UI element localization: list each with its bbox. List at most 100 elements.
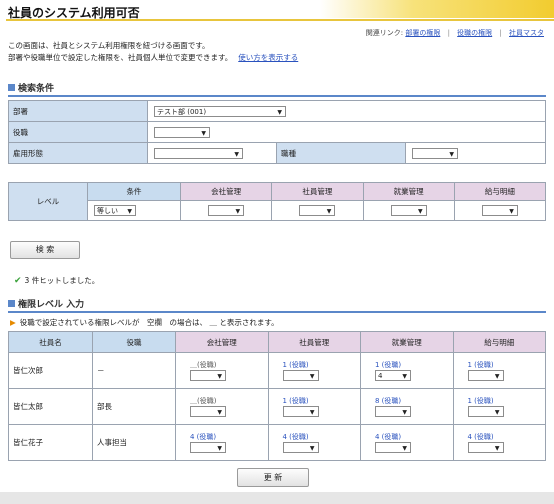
employee-select[interactable]: ▼ xyxy=(282,441,319,453)
salary-level-select[interactable]: ▼ xyxy=(481,205,518,216)
work-cell: 8 (役職) ▼ xyxy=(360,388,454,425)
employee-position: 人事担当 xyxy=(92,424,176,461)
chevron-down-icon: ▼ xyxy=(494,372,500,380)
company-level-select[interactable]: ▼ xyxy=(208,205,245,216)
auth-note-text: 役職で設定されている権限レベルが 空欄 の場合は、 ＿ と表示されます。 xyxy=(19,318,279,327)
level-text: 1 (役職) xyxy=(282,396,309,405)
search-button[interactable]: 検 索 xyxy=(10,241,80,259)
header-work: 就業管理 xyxy=(360,331,454,353)
header-name: 社員名 xyxy=(8,331,93,353)
table-row: 皆仁太郎 部長 ＿(役職) ▼ 1 (役職) ▼ 8 (役職) ▼ 1 (役職) ▼ xyxy=(8,388,546,425)
work-select[interactable]: 4 ▼ xyxy=(375,369,411,381)
cond-select[interactable]: 等しい ▼ xyxy=(94,205,136,216)
link-separator: | xyxy=(447,29,450,37)
chevron-down-icon: ▼ xyxy=(309,408,315,416)
level-text: 1 (役職) xyxy=(467,360,494,369)
link-position-auth[interactable]: 役職の権限 xyxy=(457,29,492,37)
employment-select[interactable]: ▼ xyxy=(154,147,243,159)
work-level-select[interactable]: ▼ xyxy=(390,205,427,216)
level-text: 1 (役職) xyxy=(282,360,309,369)
position-cell: ▼ xyxy=(147,121,546,143)
auth-table: 社員名 役職 会社管理 社員管理 就業管理 給与明細 皆仁次郎 － ＿(役職) ▼… xyxy=(8,331,546,461)
employee-cell: 4 (役職) ▼ xyxy=(267,424,361,461)
level-text: 4 (役職) xyxy=(467,432,494,441)
col-company-header: 会社管理 xyxy=(179,182,273,201)
header-employee: 社員管理 xyxy=(267,331,361,353)
auth-heading-text: 権限レベル 入力 xyxy=(18,300,85,310)
employee-level-select[interactable]: ▼ xyxy=(299,205,336,216)
link-employee-master[interactable]: 社員マスタ xyxy=(509,29,544,37)
level-text: 8 (役職) xyxy=(375,396,402,405)
dept-label: 部署 xyxy=(8,100,148,122)
chevron-down-icon: ▼ xyxy=(217,408,222,416)
work-select[interactable]: ▼ xyxy=(375,405,411,417)
company-select[interactable]: ▼ xyxy=(190,405,226,417)
salary-cell: 1 (役職) ▼ xyxy=(452,388,546,425)
employee-select[interactable]: ▼ xyxy=(282,405,319,417)
header-position: 役職 xyxy=(92,331,176,353)
salary-cell: 4 (役職) ▼ xyxy=(452,424,546,461)
salary-select[interactable]: ▼ xyxy=(467,405,504,417)
company-select[interactable]: ▼ xyxy=(190,369,226,381)
level-text: 4 (役職) xyxy=(282,432,309,441)
jobtype-select[interactable]: ▼ xyxy=(412,147,458,159)
chevron-down-icon: ▼ xyxy=(277,108,282,116)
employee-cell: 1 (役職) ▼ xyxy=(267,352,361,389)
chevron-down-icon: ▼ xyxy=(217,372,222,380)
chevron-down-icon: ▼ xyxy=(402,444,407,452)
section-square-icon xyxy=(8,84,15,91)
chevron-down-icon: ▼ xyxy=(494,408,500,416)
work-cell: 1 (役職) 4 ▼ xyxy=(360,352,454,389)
employment-cell: ▼ xyxy=(147,142,277,164)
employee-select[interactable]: ▼ xyxy=(282,369,319,381)
cond-select-value: 等しい xyxy=(97,207,118,215)
chevron-down-icon: ▼ xyxy=(402,372,407,380)
update-button[interactable]: 更 新 xyxy=(237,468,309,487)
col-employee-header: 社員管理 xyxy=(271,182,364,201)
help-link[interactable]: 使い方を表示する xyxy=(238,53,298,62)
level-text: 4 (役職) xyxy=(375,432,402,441)
chevron-down-icon: ▼ xyxy=(127,208,132,215)
hit-message: ✔ 3 件ヒットしました。 xyxy=(14,275,99,286)
chevron-down-icon: ▼ xyxy=(309,444,315,452)
position-select[interactable]: ▼ xyxy=(154,126,210,138)
work-select[interactable]: ▼ xyxy=(375,441,411,453)
employee-name: 皆仁花子 xyxy=(8,424,93,461)
salary-cell: 1 (役職) ▼ xyxy=(452,352,546,389)
chevron-down-icon: ▼ xyxy=(234,150,239,158)
chevron-down-icon: ▼ xyxy=(309,372,315,380)
salary-select[interactable]: ▼ xyxy=(467,369,504,381)
work-level-cell: ▼ xyxy=(362,200,455,221)
company-select[interactable]: ▼ xyxy=(190,441,226,453)
section-square-icon xyxy=(8,300,15,307)
chevron-down-icon: ▼ xyxy=(235,208,241,215)
chevron-down-icon: ▼ xyxy=(449,150,454,158)
chevron-down-icon: ▼ xyxy=(326,208,332,215)
chevron-down-icon: ▼ xyxy=(402,408,407,416)
level-text: 1 (役職) xyxy=(375,360,402,369)
salary-select[interactable]: ▼ xyxy=(467,441,504,453)
salary-level-cell: ▼ xyxy=(453,200,547,221)
intro-line-2: 部署や役職単位で設定した権限を、社員個人単位で変更できます。 使い方を表示する xyxy=(8,52,298,64)
cond-header: 条件 xyxy=(87,182,181,201)
triangle-right-icon: ▶ xyxy=(10,318,16,327)
search-heading-text: 検索条件 xyxy=(18,84,55,94)
employment-label: 雇用形態 xyxy=(8,142,148,164)
page-title: 社員のシステム利用可否 xyxy=(8,6,140,20)
intro-line-1: この画面は、社員とシステム利用権限を紐づける画面です。 xyxy=(8,41,210,50)
dept-select[interactable]: テスト部 (001) ▼ xyxy=(154,105,286,117)
employee-level-cell: ▼ xyxy=(271,200,364,221)
search-rule xyxy=(8,95,546,97)
link-dept-auth[interactable]: 部署の権限 xyxy=(405,29,440,37)
work-cell: 4 (役職) ▼ xyxy=(360,424,454,461)
title-gradient xyxy=(320,0,554,18)
select-value: 4 xyxy=(378,371,383,380)
dept-select-value: テスト部 (001) xyxy=(157,107,207,116)
header-company: 会社管理 xyxy=(175,331,269,353)
dept-cell: テスト部 (001) ▼ xyxy=(147,100,546,122)
col-work-header: 就業管理 xyxy=(362,182,455,201)
table-row: 皆仁次郎 － ＿(役職) ▼ 1 (役職) ▼ 1 (役職) 4 ▼ 1 (役職) ▼ xyxy=(8,352,546,389)
employee-position: 部長 xyxy=(92,388,176,425)
jobtype-label: 職種 xyxy=(276,142,406,164)
level-row-label: レベル xyxy=(8,182,88,221)
